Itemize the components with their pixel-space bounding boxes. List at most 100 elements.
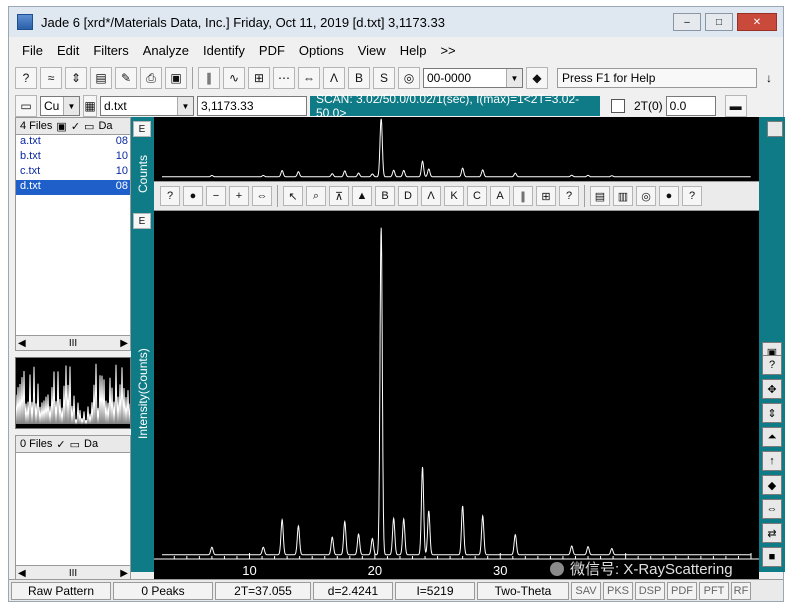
close-button[interactable]: ✕ (737, 13, 777, 31)
updown-icon[interactable]: ⇕ (65, 67, 87, 89)
arrow-up-icon[interactable]: ↑ (762, 451, 782, 471)
menu-file[interactable]: File (15, 41, 50, 60)
scroll-left-icon[interactable]: ◀ (18, 568, 26, 579)
overview-plot[interactable] (154, 117, 759, 181)
scroll-thumb[interactable]: III (69, 338, 77, 349)
file-list-item[interactable]: d.txt 08 (16, 180, 130, 195)
list-view-icon[interactable]: ▣ (56, 120, 66, 133)
fill-peak-icon[interactable]: ▲ (352, 186, 372, 206)
status-sav[interactable]: SAV (571, 582, 601, 600)
status-pdf[interactable]: PDF (667, 582, 697, 600)
histogram-icon[interactable]: ▥ (613, 186, 633, 206)
status-pks[interactable]: PKS (603, 582, 633, 600)
compress-icon[interactable]: ⇕ (762, 403, 782, 423)
menu-help[interactable]: Help (393, 41, 434, 60)
de-icon[interactable]: D (398, 186, 418, 206)
axis-toggle-icon[interactable]: E (133, 121, 151, 137)
menu-options[interactable]: Options (292, 41, 351, 60)
help-icon[interactable]: ? (559, 186, 579, 206)
minimize-button[interactable]: – (673, 13, 701, 31)
target-icon[interactable]: ◎ (636, 186, 656, 206)
scroll-right-icon[interactable]: ▶ (120, 568, 128, 579)
globe-icon[interactable]: ◎ (398, 67, 420, 89)
be-icon[interactable]: B (375, 186, 395, 206)
folder-icon[interactable]: ▭ (15, 95, 37, 117)
calc-icon[interactable]: ▦ (83, 95, 97, 117)
two-theta-checkbox[interactable] (611, 99, 625, 113)
file-list-item[interactable]: c.txt 10 (16, 165, 130, 180)
menu-identify[interactable]: Identify (196, 41, 252, 60)
noise-icon[interactable]: ⋯ (273, 67, 295, 89)
open-folder-icon[interactable]: ▤ (90, 67, 112, 89)
scroll-left-icon[interactable]: ◀ (18, 338, 26, 349)
help-icon[interactable]: ? (762, 355, 782, 375)
check-icon[interactable]: ✓ (71, 120, 80, 133)
ka2-icon[interactable]: K (444, 186, 464, 206)
scroll-thumb[interactable]: III (69, 568, 77, 579)
stop-icon[interactable]: ■ (762, 547, 782, 567)
pdf-card-combo[interactable]: 00-0000 ▼ (423, 68, 523, 88)
bar-icon[interactable]: ∥ (513, 186, 533, 206)
bg-icon[interactable]: B (348, 67, 370, 89)
smooth-icon[interactable]: ≈ (40, 67, 62, 89)
menu-more[interactable]: >> (433, 41, 462, 60)
pattern-icon[interactable]: ∿ (223, 67, 245, 89)
scroll-top-icon[interactable]: ⏶ (762, 427, 782, 447)
stop-icon[interactable]: ● (659, 186, 679, 206)
folder-icon[interactable]: ▭ (84, 120, 94, 133)
status-rf[interactable]: RF (731, 582, 751, 600)
swap-icon[interactable]: ⇄ (762, 523, 782, 543)
status-dsp[interactable]: DSP (635, 582, 665, 600)
element-combo[interactable]: Cu ▼ (40, 96, 80, 116)
cursor-icon[interactable]: ↖ (283, 186, 303, 206)
maximize-button[interactable]: □ (705, 13, 733, 31)
help-icon[interactable]: ? (160, 186, 180, 206)
menu-filters[interactable]: Filters (86, 41, 135, 60)
file-list-item[interactable]: b.txt 10 (16, 150, 130, 165)
expand-icon[interactable]: ⇔ (298, 67, 320, 89)
grid-icon[interactable]: ⊞ (536, 186, 556, 206)
move-icon[interactable]: ✥ (762, 379, 782, 399)
peak-list-icon[interactable]: ∥ (198, 67, 220, 89)
status-pft[interactable]: PFT (699, 582, 729, 600)
help-icon[interactable]: ? (682, 186, 702, 206)
two-theta-field[interactable]: 0.0 (666, 96, 716, 116)
menu-view[interactable]: View (351, 41, 393, 60)
pdf-diamond-icon[interactable]: ◆ (526, 67, 548, 89)
c-icon[interactable]: C (467, 186, 487, 206)
expand-icon[interactable]: ⇔ (252, 186, 272, 206)
diamond-icon[interactable]: ◆ (762, 475, 782, 495)
chevron-down-icon[interactable]: ▼ (506, 69, 522, 87)
overlay-icon[interactable]: ⊞ (248, 67, 270, 89)
print-icon[interactable]: ⎙ (140, 67, 162, 89)
main-plot[interactable]: 10 20 30 (154, 211, 759, 579)
check-icon[interactable]: ✓ (56, 438, 65, 451)
plus-icon[interactable]: + (229, 186, 249, 206)
expand-icon[interactable]: ⇔ (762, 499, 782, 519)
scroll-up-icon[interactable] (767, 121, 783, 137)
edit-icon[interactable]: ✎ (115, 67, 137, 89)
save-icon[interactable]: ▣ (165, 67, 187, 89)
panel-toggle-icon[interactable]: ▬ (725, 95, 747, 117)
zoom-icon[interactable]: ⌕ (306, 186, 326, 206)
readout-field[interactable]: 3,1173.33 (197, 96, 307, 116)
sm-icon[interactable]: S (373, 67, 395, 89)
scroll-right-icon[interactable]: ▶ (120, 338, 128, 349)
stop-icon[interactable]: ● (183, 186, 203, 206)
menu-edit[interactable]: Edit (50, 41, 86, 60)
ab-icon[interactable]: A (490, 186, 510, 206)
pin-icon[interactable]: ↓ (766, 71, 772, 85)
peak-label-icon[interactable]: ⊼ (329, 186, 349, 206)
horizontal-scrollbar[interactable]: ◀ III ▶ (15, 335, 131, 351)
menu-pdf[interactable]: PDF (252, 41, 292, 60)
chevron-down-icon[interactable]: ▼ (63, 97, 79, 115)
folder-icon[interactable]: ▭ (70, 438, 80, 451)
file-list-item[interactable]: a.txt 08 (16, 135, 130, 150)
file-combo[interactable]: d.txt ▼ (100, 96, 194, 116)
peaks-icon[interactable]: Λ (421, 186, 441, 206)
minus-icon[interactable]: − (206, 186, 226, 206)
chevron-down-icon[interactable]: ▼ (177, 97, 193, 115)
axis-toggle-icon[interactable]: E (133, 213, 151, 229)
help-icon[interactable]: ? (15, 67, 37, 89)
peaks-icon[interactable]: Λ (323, 67, 345, 89)
